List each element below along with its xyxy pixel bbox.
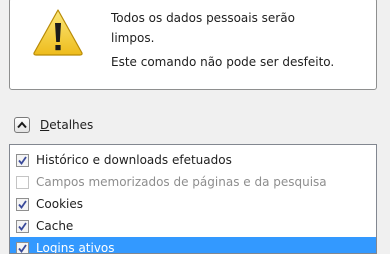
warning-message-line1b: limpos. (111, 30, 356, 46)
warning-message-line2: Este comando não pode ser desfeito. (111, 54, 334, 70)
list-item-active-logins[interactable]: Logins ativos (10, 237, 376, 254)
details-label-mnemonic: D (40, 118, 49, 132)
details-toggle[interactable]: Detalhes (14, 116, 93, 134)
history-label: Histórico e downloads efetuados (36, 152, 232, 168)
history-checkbox[interactable] (16, 154, 29, 167)
check-icon (18, 200, 27, 209)
cache-checkbox[interactable] (16, 220, 29, 233)
form-history-checkbox (16, 176, 29, 189)
cache-label: Cache (36, 218, 73, 234)
active-logins-checkbox[interactable] (16, 242, 29, 254)
list-item-form-history: Campos memorizados de páginas e da pesqu… (10, 171, 376, 193)
list-item-cache[interactable]: Cache (10, 215, 376, 237)
check-icon (18, 222, 27, 231)
details-label[interactable]: Detalhes (40, 117, 93, 133)
warning-panel: Todos os dados pessoais serão limpos. Es… (9, 0, 377, 90)
details-collapse-button[interactable] (14, 117, 30, 133)
form-history-label: Campos memorizados de páginas e da pesqu… (36, 174, 327, 190)
list-item-history[interactable]: Histórico e downloads efetuados (10, 149, 376, 171)
active-logins-label: Logins ativos (36, 240, 115, 254)
check-icon (18, 156, 27, 165)
details-label-rest: etalhes (49, 118, 93, 132)
cookies-label: Cookies (36, 196, 83, 212)
chevron-up-icon (17, 121, 27, 129)
warning-icon (32, 8, 84, 56)
warning-message-line1: Todos os dados pessoais serão (111, 10, 356, 26)
check-icon (18, 244, 27, 253)
cookies-checkbox[interactable] (16, 198, 29, 211)
clear-data-checklist: Histórico e downloads efetuados Campos m… (9, 144, 377, 254)
list-item-cookies[interactable]: Cookies (10, 193, 376, 215)
warning-message: Todos os dados pessoais serão limpos. (111, 10, 356, 46)
